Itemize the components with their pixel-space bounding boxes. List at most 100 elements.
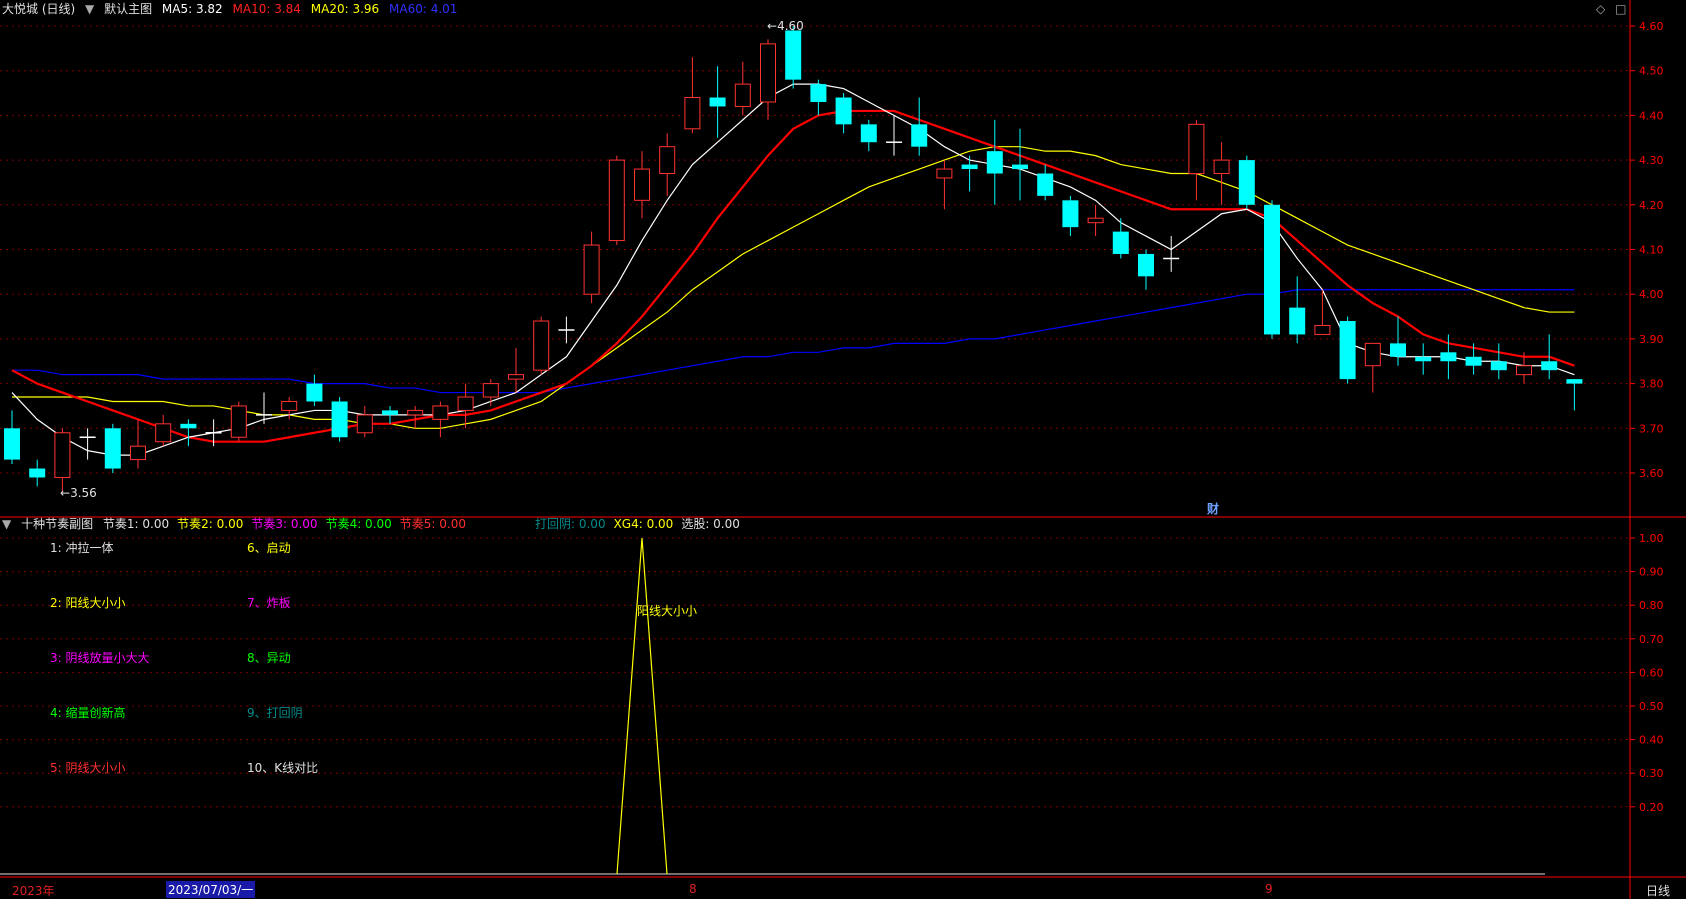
candle-body-up [356,414,373,434]
price-tick-label: 4.30 [1639,154,1664,167]
sub-chart-name[interactable]: 十种节奏副图 [21,517,93,531]
candle-body-up [659,146,676,175]
financial-report-marker[interactable]: 财 [1207,500,1219,517]
candle-body-down [1264,204,1280,335]
legend-item: 10、K线对比 [247,761,319,775]
main-chart-name[interactable]: 默认主图 [104,2,152,16]
candle-body-down [709,97,726,107]
candle-body-down [306,383,323,402]
candle-body-down [1238,160,1255,205]
legend-item: 8、异动 [247,651,291,665]
candle-body-up [230,405,247,438]
candle-body-down [1138,253,1154,277]
candle-body-down [180,423,197,429]
candle-body-down [1289,307,1306,335]
timeline-cursor-date: 2023/07/03/一 [166,881,256,898]
timeline-month-sep: 9 [1265,882,1273,896]
candle-body-up [54,432,71,478]
candle-body-down [382,410,398,415]
indicator-value: 节奏1: 0.00 [102,517,170,531]
legend-item: 1: 冲拉一体 [50,541,114,555]
candle-body-down [1566,379,1583,384]
indicator-value: 选股: 0.00 [681,517,740,531]
candle-body-up [684,97,701,130]
indicator-value: 节奏3: 0.00 [251,517,318,531]
indicator-value: 节奏2: 0.00 [177,517,244,531]
candle-body-up [281,400,298,411]
candle-body-down [785,30,802,80]
indicator-tick-label: 0.90 [1639,566,1664,579]
price-tick-label: 4.60 [1639,20,1664,33]
ma10-label: MA10: 3.84 [232,2,301,16]
candle-body-up [634,168,650,201]
candle-body-down [961,164,978,170]
timeline-month-aug: 8 [689,882,697,896]
collapse-icon[interactable]: ▼ [85,2,94,16]
window-controls: ◇ □ [1596,0,1632,18]
candle-body-down [1465,356,1482,366]
candle-body-down [29,468,46,478]
candle-body-up [533,320,550,371]
ma5-label: MA5: 3.82 [161,2,223,16]
candle-body-up [457,396,474,411]
collapse-icon[interactable]: ▼ [2,517,11,531]
indicator-tick-label: 0.50 [1639,700,1664,713]
candle-body-up [508,374,524,380]
legend-item: 4: 缩量创新高 [50,706,126,720]
legend-item: 9、打回阴 [247,706,303,720]
candle-body-down [860,124,877,143]
indicator-tick-label: 0.20 [1639,801,1664,814]
candle-body-up [760,43,776,103]
candle-body-down [104,428,121,469]
price-tick-label: 3.70 [1639,422,1664,435]
candle-body-down [810,84,827,102]
indicator-value: XG4: 0.00 [613,517,674,531]
candle-body-up [482,383,499,398]
price-tick-label: 4.40 [1639,109,1664,122]
candle-body-down [911,124,928,147]
candle-body-down [331,401,348,438]
indicator-tick-label: 0.40 [1639,734,1664,747]
candle-body-down [1490,361,1507,371]
legend-item: 5: 阴线大小小 [50,761,126,775]
candle-body-down [1541,361,1558,371]
candle-body-down [1415,356,1432,362]
candle-body-down [1012,164,1028,170]
candle-body-up [1516,365,1532,376]
price-tick-label: 4.20 [1639,199,1664,212]
candle-body-up [1314,324,1331,335]
timeline-year: 2023年 [12,884,55,898]
legend-item: 6、启动 [247,541,291,555]
candle-body-down [1440,352,1457,362]
indicator-tick-label: 1.00 [1639,532,1664,545]
sub-header: ▼ 十种节奏副图 节奏1: 0.00 节奏2: 0.00 节奏3: 0.00 节奏4:… [2,515,480,533]
ma60-label: MA60: 4.01 [389,2,458,16]
diamond-icon[interactable]: ◇ [1596,2,1605,16]
indicator-tick-label: 0.30 [1639,767,1664,780]
ma20-label: MA20: 3.96 [310,2,380,16]
main-header: 大悦城 (日线) ▼ 默认主图 MA5: 3.82 MA10: 3.84 MA2… [2,0,463,18]
candle-body-down [1339,321,1356,380]
candle-body-up [608,159,625,242]
stock-name[interactable]: 大悦城 (日线) [2,2,75,16]
sub-indicator-values: 节奏1: 0.00 节奏2: 0.00 节奏3: 0.00 节奏4: 0.00 节奏5:… [103,517,474,531]
candle-body-up [432,405,449,420]
price-tick-label: 4.10 [1639,244,1664,257]
candle-body-up [1087,217,1104,224]
candle-body-up [1213,159,1230,175]
candle-body-down [1037,173,1054,196]
restore-icon[interactable]: □ [1615,2,1626,16]
indicator-value: 节奏5: 0.00 [399,517,466,531]
candle-body-up [936,168,953,179]
legend-item: 2: 阳线大小小 [50,596,126,610]
candle-body-up [583,244,600,295]
indicator-tick-label: 0.60 [1639,666,1664,679]
indicator-tick-label: 0.70 [1639,633,1664,646]
price-tick-label: 3.80 [1639,378,1664,391]
indicator-value: 打回阴: 0.00 [535,517,606,531]
signal-label: 阳线大小小 [637,604,698,618]
candle-body-up [130,445,146,461]
period-button[interactable]: 日线 [1646,882,1670,899]
candle-body-down [835,97,852,125]
legend-item: 3: 阴线放量小大大 [50,651,150,665]
